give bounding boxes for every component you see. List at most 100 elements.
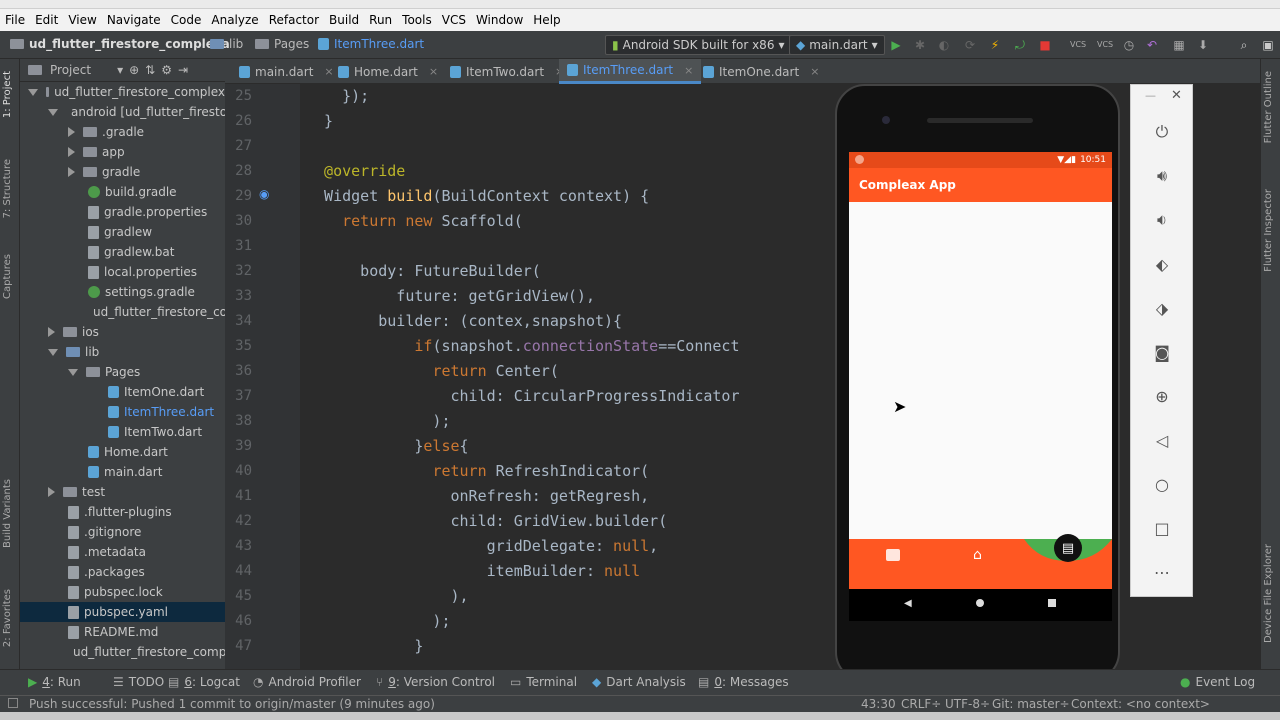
project-tool-tab[interactable]: 1: Project <box>2 71 13 118</box>
tool-button-version-control[interactable]: ⑂ 9: Version Control <box>376 675 495 689</box>
target-icon[interactable]: ⊕ <box>129 63 139 77</box>
tree-item[interactable]: ud_flutter_firestore_complex <box>20 82 225 102</box>
vcs-commit-icon[interactable]: VCS <box>1097 38 1113 52</box>
git-branch[interactable]: Git: master÷ <box>992 697 1070 711</box>
tree-item[interactable]: pubspec.lock <box>20 582 225 602</box>
revert-icon[interactable]: ↶ <box>1145 38 1159 52</box>
tool-button-logcat[interactable]: ▤ 6: Logcat <box>168 675 240 689</box>
tree-item[interactable]: app <box>20 142 225 162</box>
collapsed-arrow-icon[interactable] <box>68 147 75 157</box>
menu-refactor[interactable]: Refactor <box>264 13 324 27</box>
tree-item[interactable]: build.gradle <box>20 182 225 202</box>
tool-button-dart-analysis[interactable]: ◆ Dart Analysis <box>592 675 686 689</box>
tree-item[interactable]: gradlew.bat <box>20 242 225 262</box>
tool-button-profiler[interactable]: ◔ Android Profiler <box>253 675 361 689</box>
tree-item[interactable]: ItemOne.dart <box>20 382 225 402</box>
tab-itemthree[interactable]: ItemThree.dart × <box>559 59 702 84</box>
tab-home[interactable]: Home.dart × <box>330 59 446 84</box>
favorites-tool-tab[interactable]: 2: Favorites <box>2 589 13 647</box>
search-everywhere-icon[interactable]: ▣ <box>1261 38 1275 52</box>
attach-icon[interactable]: ⟳ <box>963 38 977 52</box>
collapse-icon[interactable]: ⇅ <box>145 63 155 77</box>
tool-button-todo[interactable]: ☰ TODO <box>113 675 164 689</box>
tree-item[interactable]: gradle.properties <box>20 202 225 222</box>
breadcrumb-project[interactable]: ud_flutter_firestore_complexa <box>10 37 230 51</box>
tool-button-messages[interactable]: ▤ 0: Messages <box>698 675 789 689</box>
gear-icon[interactable]: ⚙ <box>161 63 172 77</box>
structure-tool-tab[interactable]: 7: Structure <box>2 159 13 218</box>
stop-icon[interactable]: ■ <box>1038 38 1052 52</box>
tree-item[interactable]: ud_flutter_firestore_comple <box>20 642 225 662</box>
expanded-arrow-icon[interactable] <box>28 88 38 96</box>
tree-item[interactable]: main.dart <box>20 462 225 482</box>
rotate-left-icon[interactable]: ⬖ <box>1149 251 1175 277</box>
camera-icon[interactable]: ◙ <box>1149 339 1175 365</box>
menu-analyze[interactable]: Analyze <box>206 13 263 27</box>
tab-main[interactable]: main.dart × <box>231 59 342 84</box>
expanded-arrow-icon[interactable] <box>48 108 58 116</box>
collapsed-arrow-icon[interactable] <box>48 327 55 337</box>
override-marker-icon[interactable]: ◉ <box>259 187 269 201</box>
menu-build[interactable]: Build <box>324 13 364 27</box>
home-icon[interactable]: ○ <box>1149 471 1175 497</box>
breadcrumb-file[interactable]: ItemThree.dart <box>318 37 424 51</box>
hide-icon[interactable]: ⇥ <box>178 63 188 77</box>
tree-item[interactable]: lib <box>20 342 225 362</box>
zoom-icon[interactable]: ⊕ <box>1149 383 1175 409</box>
coverage-icon[interactable]: ◐ <box>937 38 951 52</box>
overview-icon[interactable]: □ <box>1149 515 1175 541</box>
home-button-icon[interactable] <box>976 599 984 607</box>
power-icon[interactable]: ⏻ <box>1149 119 1175 145</box>
tree-item[interactable]: .metadata <box>20 542 225 562</box>
tree-item[interactable]: ud_flutter_firestore_con <box>20 302 225 322</box>
tree-item[interactable]: pubspec.yaml <box>20 602 225 622</box>
tree-item[interactable]: local.properties <box>20 262 225 282</box>
breadcrumb-lib[interactable]: lib <box>210 37 243 51</box>
home-icon[interactable]: ⌂ <box>973 547 982 563</box>
tree-item[interactable]: .flutter-plugins <box>20 502 225 522</box>
menu-help[interactable]: Help <box>528 13 565 27</box>
close-tab-icon[interactable]: × <box>810 65 819 78</box>
tree-item[interactable]: ItemTwo.dart <box>20 422 225 442</box>
collapsed-arrow-icon[interactable] <box>48 487 55 497</box>
back-icon[interactable]: ◀ <box>904 598 912 609</box>
build-variants-tool-tab[interactable]: Build Variants <box>2 479 13 548</box>
tree-item[interactable]: .gitignore <box>20 522 225 542</box>
tree-item[interactable]: .gradle <box>20 122 225 142</box>
tree-item[interactable]: Home.dart <box>20 442 225 462</box>
menu-edit[interactable]: Edit <box>30 13 63 27</box>
project-panel-title[interactable]: Project <box>50 63 91 77</box>
close-tab-icon[interactable]: × <box>684 64 693 77</box>
tree-item[interactable]: test <box>20 482 225 502</box>
tool-button-terminal[interactable]: ▭ Terminal <box>510 675 577 689</box>
vcs-update-icon[interactable]: VCS <box>1070 38 1086 52</box>
more-icon[interactable]: ⋯ <box>1149 559 1175 585</box>
status-toggle-icon[interactable] <box>8 698 18 708</box>
tool-button-run[interactable]: ▶ 4: Run <box>28 675 81 689</box>
rotate-right-icon[interactable]: ⬗ <box>1149 295 1175 321</box>
close-icon[interactable]: ✕ <box>1171 88 1182 103</box>
chevron-down-icon[interactable]: ▾ <box>117 63 123 77</box>
captures-tool-tab[interactable]: Captures <box>2 254 13 299</box>
code-editor[interactable]: }); } @override Widget build(BuildContex… <box>300 84 835 669</box>
tree-item[interactable]: README.md <box>20 622 225 642</box>
stats-icon[interactable] <box>886 549 900 561</box>
hot-reload-icon[interactable]: ⚡ <box>988 38 1002 52</box>
tree-item[interactable]: Pages <box>20 362 225 382</box>
tree-item[interactable]: ios <box>20 322 225 342</box>
collapsed-arrow-icon[interactable] <box>68 167 75 177</box>
expanded-arrow-icon[interactable] <box>48 348 58 356</box>
file-encoding[interactable]: UTF-8÷ <box>945 697 990 711</box>
menu-tools[interactable]: Tools <box>397 13 437 27</box>
volume-down-icon[interactable]: 🔉︎ <box>1149 207 1175 233</box>
flutter-inspector-tab[interactable]: Flutter Inspector <box>1263 189 1274 272</box>
back-icon[interactable]: ◁ <box>1149 427 1175 453</box>
tab-itemtwo[interactable]: ItemTwo.dart× <box>442 59 572 84</box>
structure-icon[interactable]: ▦ <box>1172 38 1186 52</box>
list-icon[interactable]: ▤ <box>1054 534 1082 562</box>
menu-view[interactable]: View <box>63 13 101 27</box>
menu-window[interactable]: Window <box>471 13 528 27</box>
caret-position[interactable]: 43:30 <box>861 697 896 711</box>
tab-itemone[interactable]: ItemOne.dart × <box>695 59 827 84</box>
breadcrumb-pages[interactable]: Pages <box>255 37 309 51</box>
